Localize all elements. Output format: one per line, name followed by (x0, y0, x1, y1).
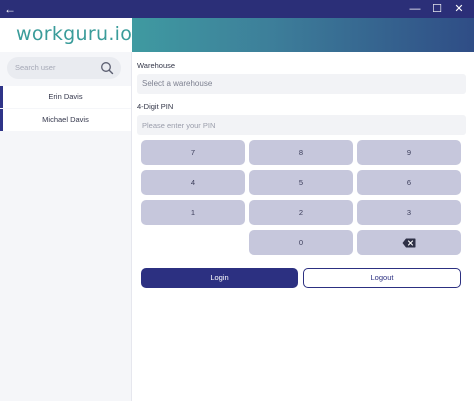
search-input[interactable]: Search user (15, 63, 55, 72)
selection-indicator (0, 86, 3, 108)
key-6[interactable]: 6 (357, 170, 461, 195)
selection-indicator (0, 109, 3, 131)
minimize-icon[interactable]: — (404, 0, 426, 18)
logo-area: workguru.io (0, 18, 132, 52)
key-7[interactable]: 7 (141, 140, 245, 165)
key-8[interactable]: 8 (249, 140, 353, 165)
backspace-button[interactable] (357, 230, 461, 255)
maximize-icon[interactable]: ☐ (426, 0, 448, 18)
warehouse-select[interactable]: Select a warehouse (137, 74, 466, 94)
header-banner (132, 18, 474, 52)
key-3[interactable]: 3 (357, 200, 461, 225)
brand-logo: workguru.io (16, 23, 133, 45)
user-name: Erin Davis (48, 92, 83, 101)
window-controls: — ☐ ✕ (404, 0, 470, 18)
pin-input[interactable]: Please enter your PIN (137, 115, 466, 135)
key-4[interactable]: 4 (141, 170, 245, 195)
login-button[interactable]: Login (141, 268, 298, 288)
key-2[interactable]: 2 (249, 200, 353, 225)
backspace-icon (402, 238, 416, 248)
key-0[interactable]: 0 (249, 230, 353, 255)
back-arrow-icon[interactable]: ← (4, 1, 16, 17)
key-9[interactable]: 9 (357, 140, 461, 165)
warehouse-value: Select a warehouse (142, 79, 213, 88)
logout-button[interactable]: Logout (303, 268, 461, 288)
pin-placeholder: Please enter your PIN (142, 121, 216, 130)
title-bar: ← — ☐ ✕ (0, 0, 474, 18)
key-1[interactable]: 1 (141, 200, 245, 225)
search-user-field[interactable]: Search user (7, 57, 121, 79)
user-item-michael-davis[interactable]: Michael Davis (0, 109, 131, 131)
key-5[interactable]: 5 (249, 170, 353, 195)
user-item-erin-davis[interactable]: Erin Davis (0, 86, 131, 108)
pin-keypad: 7 8 9 4 5 6 1 2 3 0 (141, 140, 461, 256)
sidebar: workguru.io Search user Erin Davis Micha… (0, 18, 132, 401)
user-list: Erin Davis Michael Davis (0, 86, 131, 132)
warehouse-label: Warehouse (137, 61, 176, 70)
close-icon[interactable]: ✕ (448, 0, 470, 18)
pin-label: 4-Digit PIN (137, 102, 174, 111)
user-name: Michael Davis (42, 115, 89, 124)
search-icon[interactable] (100, 61, 114, 75)
